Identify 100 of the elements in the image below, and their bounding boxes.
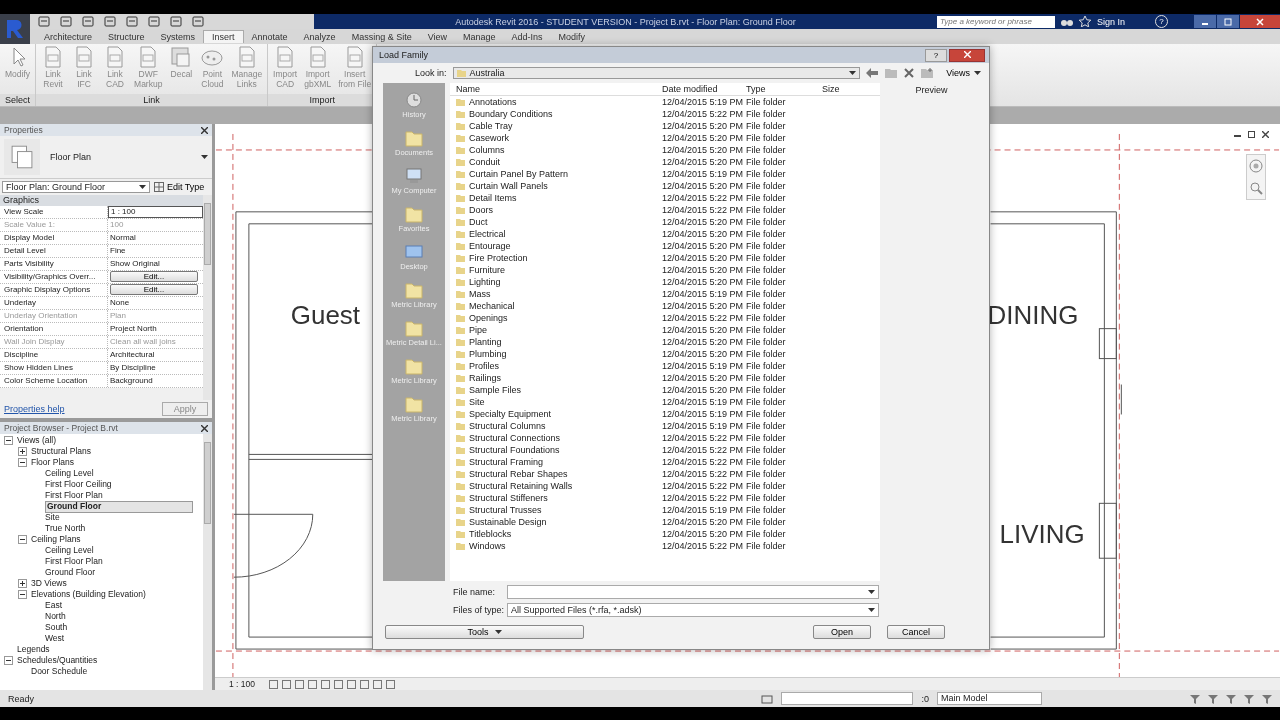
file-name[interactable]: Structural Trusses [469, 504, 542, 516]
tree-item[interactable]: Ground Floor [45, 500, 193, 513]
file-name[interactable]: Structural Foundations [469, 444, 560, 456]
view-dropdown[interactable]: Floor Plan: Ground Floor [2, 181, 150, 193]
property-field[interactable]: 1 : 100 [108, 206, 203, 218]
file-name[interactable]: Plumbing [469, 348, 507, 360]
file-name[interactable]: Boundary Conditions [469, 108, 553, 120]
file-name[interactable]: Structural Retaining Walls [469, 480, 573, 492]
file-name[interactable]: Entourage [469, 240, 511, 252]
ribbon-tab[interactable]: Annotate [243, 30, 296, 43]
tree-item[interactable]: First Floor Ceiling [45, 479, 112, 490]
toolbar-icon[interactable] [38, 16, 50, 27]
ribbon-tab[interactable]: Manage [455, 30, 504, 43]
close-icon[interactable] [201, 424, 208, 432]
tree-toggle[interactable] [4, 656, 13, 665]
minimize-button[interactable] [1194, 15, 1216, 28]
file-name[interactable]: Fire Protection [469, 252, 528, 264]
tree-item[interactable]: West [45, 633, 65, 644]
open-button[interactable]: Open [813, 625, 871, 639]
tree-item[interactable]: First Floor Plan [45, 490, 103, 501]
model-dropdown[interactable]: Main Model [937, 692, 1042, 705]
file-name[interactable]: Duct [469, 216, 488, 228]
tools-button[interactable]: Tools [385, 625, 584, 639]
scrollbar[interactable] [203, 434, 212, 690]
wheel-icon[interactable] [1249, 159, 1263, 173]
new-folder-icon[interactable] [921, 68, 934, 78]
star-icon[interactable] [1078, 16, 1091, 27]
file-name-field[interactable] [507, 585, 879, 599]
file-name[interactable]: Furniture [469, 264, 505, 276]
tree-toggle[interactable] [4, 436, 13, 445]
file-name[interactable]: Site [469, 396, 485, 408]
tree-item[interactable]: Ground Floor [45, 567, 96, 578]
close-icon[interactable] [201, 126, 208, 134]
restore-button[interactable] [1246, 130, 1256, 139]
tree-item[interactable]: First Floor Plan [45, 556, 103, 567]
tree-item[interactable]: North [45, 611, 66, 622]
tree-toggle[interactable] [18, 579, 27, 588]
edit-type-button[interactable]: Edit Type [154, 182, 205, 192]
tree-item[interactable]: Ceiling Level [45, 468, 94, 479]
tree-item[interactable]: 3D Views [31, 578, 67, 589]
file-name[interactable]: Doors [469, 204, 493, 216]
ribbon-tab[interactable]: Structure [100, 30, 153, 43]
file-name[interactable]: Profiles [469, 360, 499, 372]
column-header[interactable]: Date modified [662, 83, 746, 95]
ribbon-tab[interactable]: Massing & Site [343, 30, 420, 43]
tree-item[interactable]: South [45, 622, 68, 633]
file-name[interactable]: Structural Columns [469, 420, 546, 432]
filter-icon[interactable] [1190, 693, 1200, 704]
file-name[interactable]: Electrical [469, 228, 506, 240]
views-button[interactable]: Views [940, 68, 981, 78]
type-selector[interactable]: Floor Plan [0, 136, 212, 179]
filter-icon[interactable] [1262, 693, 1272, 704]
file-name[interactable]: Sample Files [469, 384, 522, 396]
column-header[interactable]: Name [450, 83, 662, 95]
section-header[interactable]: Graphics [0, 195, 203, 206]
toolbar-icon[interactable] [148, 16, 160, 27]
file-name[interactable]: Conduit [469, 156, 501, 168]
ribbon-tab[interactable]: Add-Ins [503, 30, 551, 43]
file-name[interactable]: Curtain Panel By Pattern [469, 168, 569, 180]
maximize-button[interactable] [1217, 15, 1239, 28]
toolbar-icon[interactable] [192, 16, 204, 27]
view-scale[interactable]: 1 : 100 [229, 679, 255, 689]
close-button[interactable] [1240, 15, 1280, 28]
ribbon-tab[interactable]: View [419, 30, 456, 43]
tree-item[interactable]: Structural Plans [31, 446, 91, 457]
file-name[interactable]: Cable Tray [469, 120, 513, 132]
help-button[interactable]: ? [925, 48, 947, 62]
toolbar-icon[interactable] [82, 16, 94, 27]
file-name[interactable]: Lighting [469, 276, 501, 288]
file-name[interactable]: Structural Stiffeners [469, 492, 548, 504]
ribbon-tab[interactable]: Analyze [295, 30, 344, 43]
close-button[interactable] [1260, 130, 1270, 139]
worksharing-icon[interactable] [761, 693, 774, 704]
file-name[interactable]: Sustainable Design [469, 516, 547, 528]
tree-item[interactable]: Schedules/Quantities [17, 655, 98, 666]
ribbon-tab[interactable]: Modify [550, 30, 594, 43]
file-name[interactable]: Mechanical [469, 300, 515, 312]
tree-toggle[interactable] [18, 535, 27, 544]
ribbon-tab[interactable]: Systems [152, 30, 204, 43]
filter-icon[interactable] [1208, 693, 1218, 704]
tree-item[interactable]: Elevations (Building Elevation) [31, 589, 146, 600]
tree-toggle[interactable] [18, 447, 27, 456]
edit-button[interactable]: Edit... [110, 271, 198, 282]
edit-button[interactable]: Edit... [110, 284, 198, 295]
sign-in-link[interactable]: Sign In [1096, 16, 1125, 27]
file-name[interactable]: Casework [469, 132, 509, 144]
scrollbar[interactable] [203, 195, 212, 400]
file-name[interactable]: Mass [469, 288, 491, 300]
tree-item[interactable]: Legends [17, 644, 50, 655]
toolbar-icon[interactable] [60, 16, 72, 27]
file-name[interactable]: Columns [469, 144, 505, 156]
column-header[interactable]: Size [822, 83, 872, 95]
column-header[interactable]: Type [746, 83, 822, 95]
file-name[interactable]: Curtain Wall Panels [469, 180, 548, 192]
tree-item[interactable]: True North [45, 523, 86, 534]
toolbar-icon[interactable] [104, 16, 116, 27]
tree-item[interactable]: Floor Plans [31, 457, 74, 468]
tree-toggle[interactable] [18, 458, 27, 467]
file-name[interactable]: Specialty Equipment [469, 408, 552, 420]
tree-item[interactable]: Ceiling Plans [31, 534, 81, 545]
